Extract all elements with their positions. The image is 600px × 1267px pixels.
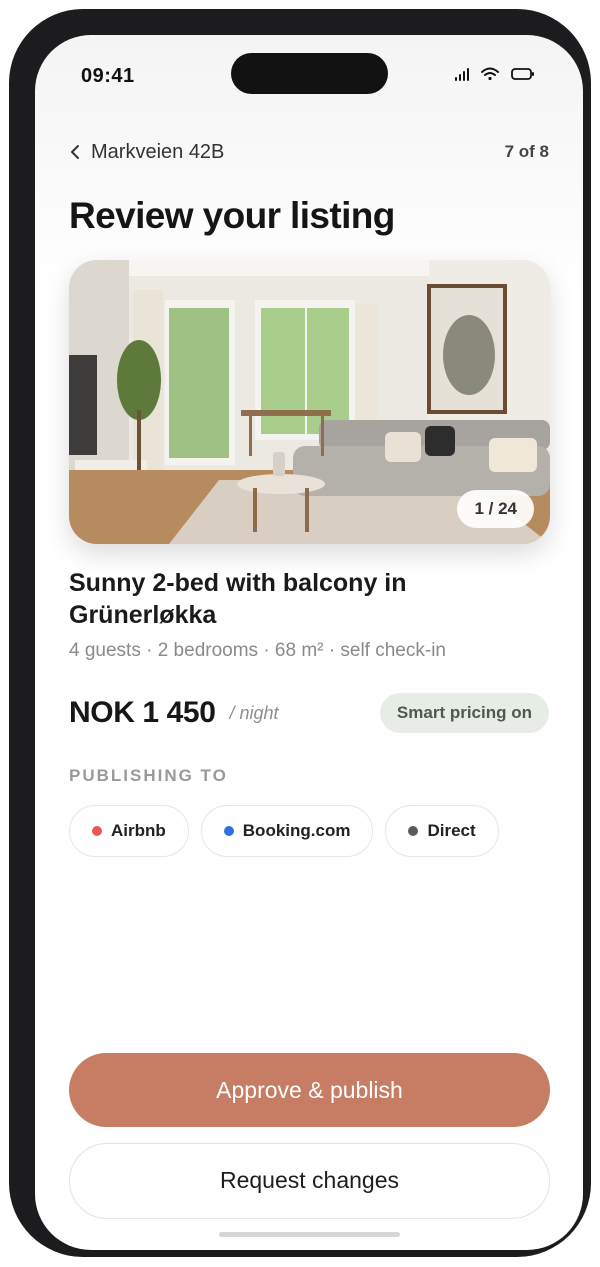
top-bar: Markveien 42B 7 of 8 <box>69 137 549 167</box>
channel-label: Booking.com <box>242 821 351 840</box>
step-indicator: 7 of 8 <box>504 142 549 161</box>
channel-chip-booking[interactable]: Booking.com <box>200 805 374 857</box>
channel-label: Airbnb <box>111 821 166 840</box>
price-value: NOK 1 450 <box>69 696 216 729</box>
approve-publish-button[interactable]: Approve & publish <box>69 1053 550 1127</box>
listing-facts: 4 guests · 2 bedrooms · 68 m² · self che… <box>69 640 446 661</box>
channel-dot-icon <box>92 826 102 836</box>
listing-photo[interactable]: 1 / 24 <box>69 260 550 544</box>
publishing-label: PUBLISHING TO <box>69 766 228 785</box>
page-title: Review your listing <box>69 195 395 236</box>
wifi-icon <box>481 67 499 81</box>
smart-pricing-badge[interactable]: Smart pricing on <box>379 693 549 733</box>
listing-title: Sunny 2-bed with balcony in Grünerløkka <box>69 569 407 629</box>
screen: 09:41 Markveien 42B 7 of 8 Review your l… <box>35 35 583 1250</box>
chevron-left-icon <box>71 145 79 159</box>
channel-chip-direct[interactable]: Direct <box>385 805 499 857</box>
dynamic-island <box>231 53 388 94</box>
price-row: NOK 1 450 / night Smart pricing on <box>69 693 549 733</box>
channel-dot-icon <box>408 826 419 836</box>
channel-label: Direct <box>427 821 476 840</box>
price-unit: / night <box>229 702 279 723</box>
back-label: Markveien 42B <box>91 140 225 163</box>
battery-icon <box>511 68 534 80</box>
signal-icon <box>455 67 469 81</box>
channel-chip-airbnb[interactable]: Airbnb <box>69 805 189 857</box>
channel-list: Airbnb Booking.com Direct <box>69 805 499 857</box>
photo-counter: 1 / 24 <box>457 490 534 528</box>
status-icons <box>455 67 535 81</box>
phone-frame: 09:41 Markveien 42B 7 of 8 Review your l… <box>9 9 591 1257</box>
back-button[interactable]: Markveien 42B <box>69 141 224 164</box>
home-indicator <box>219 1232 400 1237</box>
status-time: 09:41 <box>81 65 135 87</box>
channel-dot-icon <box>223 826 234 836</box>
request-changes-button[interactable]: Request changes <box>69 1143 550 1219</box>
